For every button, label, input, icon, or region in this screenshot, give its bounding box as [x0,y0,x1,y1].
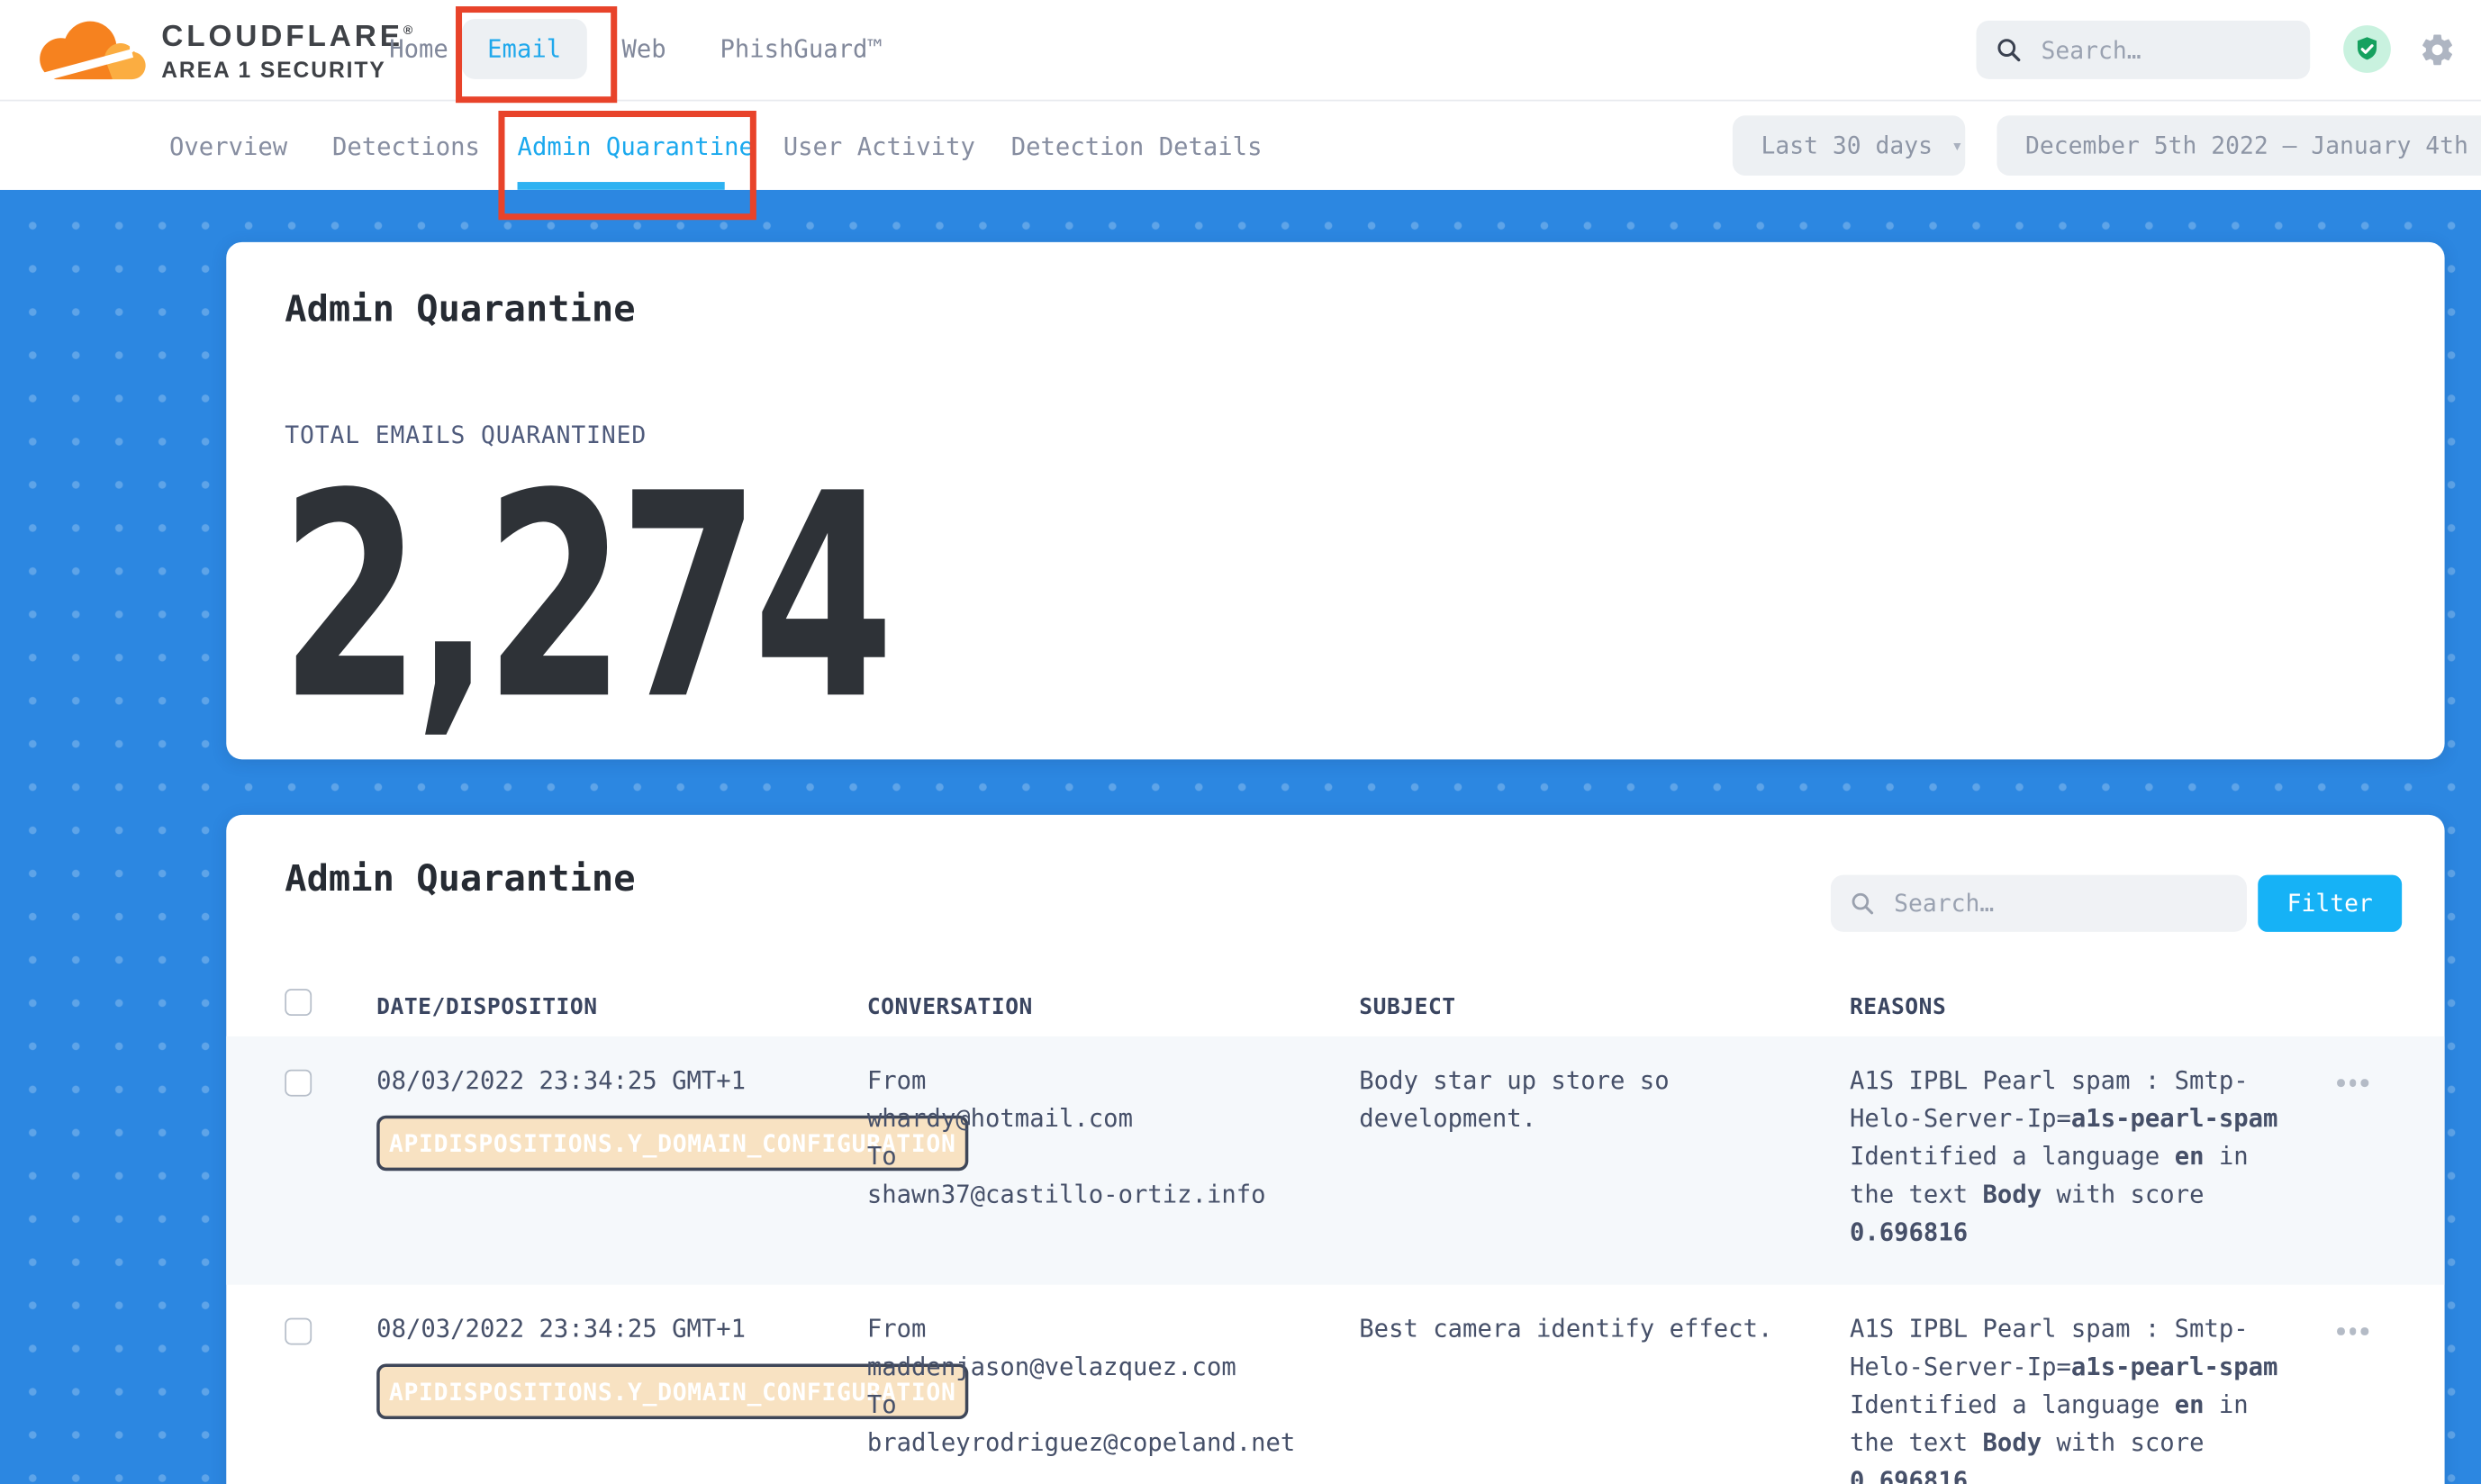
topnav-item-web[interactable]: Web [622,35,666,64]
subnav-item-detection-details[interactable]: Detection Details [1011,133,1263,162]
from-address: maddenjason@velazquez.com [867,1348,1295,1386]
select-all-checkbox[interactable] [285,989,312,1016]
row-reasons: A1S IPBL Pearl spam : Smtp-Helo-Server-I… [1850,1062,2312,1252]
table-row: 08/03/2022 23:34:25 GMT+1 APIDISPOSITION… [226,1036,2444,1285]
table-search [1831,875,2247,932]
email-sub-nav: Overview Detections Admin Quarantine Use… [0,101,2481,189]
brand-name: CLOUDFLARE® [161,22,412,51]
row-conversation: From maddenjason@velazquez.com To bradle… [867,1310,1295,1462]
table-card-title: Admin Quarantine [285,859,635,900]
row-checkbox[interactable] [285,1318,312,1345]
total-quarantined-value: 2,274 [280,457,887,739]
active-tab-underline [518,182,725,190]
filter-button[interactable]: Filter [2258,875,2402,932]
quarantine-table-card: Admin Quarantine Filter DATE/DISPOSITION… [226,815,2444,1484]
quarantine-stats-card: Admin Quarantine TOTAL EMAILS QUARANTINE… [226,242,2444,760]
column-header-subject: SUBJECT [1359,995,1455,1020]
protection-status-badge[interactable] [2343,25,2391,73]
row-actions-menu[interactable] [2337,1079,2368,1086]
row-conversation: From whardy@hotmail.com To shawn37@casti… [867,1062,1266,1214]
column-header-reasons: REASONS [1850,995,1946,1020]
to-address: shawn37@castillo-ortiz.info [867,1175,1266,1213]
page-content: Admin Quarantine TOTAL EMAILS QUARANTINE… [0,190,2481,1484]
row-reasons: A1S IPBL Pearl spam : Smtp-Helo-Server-I… [1850,1310,2312,1484]
table-rows: 08/03/2022 23:34:25 GMT+1 APIDISPOSITION… [226,1036,2444,1484]
column-header-date-disposition: DATE/DISPOSITION [376,995,597,1020]
subnav-item-overview[interactable]: Overview [169,133,287,162]
to-label: To [867,1386,1295,1424]
brand-subtitle: AREA 1 SECURITY [161,58,412,80]
search-icon [1996,36,2023,63]
global-search [1977,21,2311,79]
cloudflare-cloud-icon [29,10,156,92]
chevron-down-icon: ▾ [1951,134,1963,157]
topnav-item-email[interactable]: Email [462,19,586,79]
to-address: bradleyrodriguez@copeland.net [867,1424,1295,1461]
row-checkbox[interactable] [285,1070,312,1097]
date-range-preset-dropdown[interactable]: Last 30 days ▾ [1733,115,1965,176]
stats-card-title: Admin Quarantine [285,290,635,331]
cloudflare-logo[interactable]: CLOUDFLARE® AREA 1 SECURITY [29,10,413,92]
row-date: 08/03/2022 23:34:25 GMT+1 [376,1315,746,1344]
shield-check-icon [2353,35,2382,64]
global-search-input[interactable] [2038,34,2282,66]
subnav-item-admin-quarantine[interactable]: Admin Quarantine [518,133,754,162]
row-actions-menu[interactable] [2337,1327,2368,1335]
column-header-conversation: CONVERSATION [867,995,1033,1020]
row-subject: Best camera identify effect. [1359,1310,1810,1348]
from-label: From [867,1310,1295,1348]
gear-icon [2419,32,2455,68]
search-icon [1850,891,1875,916]
table-search-input[interactable] [1891,888,2198,919]
topnav-item-phishguard[interactable]: PhishGuard™ [720,35,882,64]
topnav-item-home[interactable]: Home [389,35,448,64]
to-label: To [867,1137,1266,1175]
from-label: From [867,1062,1266,1099]
subnav-item-detections[interactable]: Detections [332,133,480,162]
date-range-display[interactable]: December 5th 2022 — January 4th 2023 [1997,115,2481,176]
table-row: 08/03/2022 23:34:25 GMT+1 APIDISPOSITION… [226,1285,2444,1484]
row-subject: Body star up store so development. [1359,1062,1810,1137]
subnav-item-user-activity[interactable]: User Activity [783,133,975,162]
row-date: 08/03/2022 23:34:25 GMT+1 [376,1066,746,1095]
app-window: CLOUDFLARE® AREA 1 SECURITY Home Email W… [0,0,2481,1484]
settings-button[interactable] [2419,32,2455,68]
table-header: DATE/DISPOSITION CONVERSATION SUBJECT RE… [226,989,2444,1036]
top-nav: CLOUDFLARE® AREA 1 SECURITY Home Email W… [0,0,2481,101]
from-address: whardy@hotmail.com [867,1099,1266,1137]
